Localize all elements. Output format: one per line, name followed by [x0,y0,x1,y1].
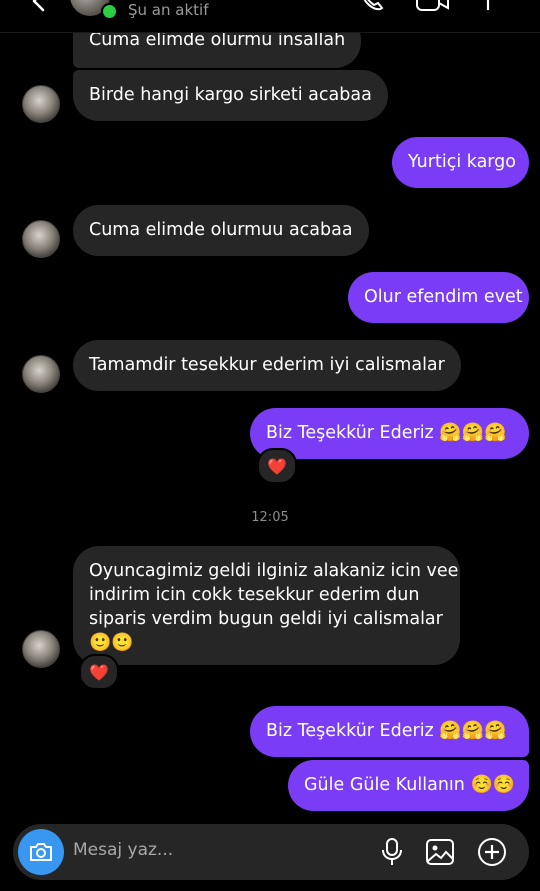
online-indicator [101,3,118,20]
message-text: Cuma elimde olurmuu acabaa [89,220,353,240]
message-bubble-incoming[interactable]: Cuma elimde olurmuu acabaa [73,205,369,256]
message-text: Güle Güle Kullanın [304,775,465,795]
message-bubble-outgoing[interactable]: Biz Teşekkür Ederiz 🤗🤗🤗 [250,706,529,757]
message-text-line: Oyuncagimiz geldi ilginiz alakaniz icin … [89,561,459,581]
message-bubble-incoming[interactable]: Oyuncagimiz geldi ilginiz alakaniz icin … [73,546,460,665]
message-text: Biz Teşekkür Ederiz [266,423,434,443]
video-icon[interactable] [415,0,451,14]
smile-emoji: 🙂🙂 [89,632,134,653]
heart-reaction-icon[interactable]: ❤️ [257,448,297,484]
info-icon[interactable] [478,0,498,14]
message-text: Yurtiçi kargo [408,152,516,172]
message-bubble-incoming[interactable]: Birde hangi kargo sirketi acabaa [73,70,388,121]
microphone-icon[interactable] [379,837,405,867]
message-text: Biz Teşekkür Ederiz [266,721,434,741]
hug-emoji: 🤗🤗🤗 [439,422,507,443]
message-bubble-incoming[interactable]: Tamamdir tesekkur ederim iyi calismalar [73,340,461,391]
message-composer: Mesaj yaz... [13,824,529,880]
chat-header: Şu an aktif [0,0,540,33]
heart-reaction-icon[interactable]: ❤️ [79,654,119,690]
message-text: Birde hangi kargo sirketi acabaa [89,85,372,105]
message-text: Tamamdir tesekkur ederim iyi calismalar [89,355,445,375]
camera-icon [30,843,52,861]
smiling-emoji: ☺️☺️ [470,774,516,795]
message-bubble-outgoing[interactable]: Yurtiçi kargo [392,137,529,188]
message-input[interactable]: Mesaj yaz... [73,840,173,860]
camera-button[interactable] [18,829,64,875]
gallery-icon[interactable] [425,837,455,867]
message-timestamp: 12:05 [251,510,289,525]
sender-avatar[interactable] [22,220,60,258]
message-text-line: siparis verdim bugun geldi iyi calismala… [89,609,443,629]
sender-avatar[interactable] [22,85,60,123]
sender-avatar[interactable] [22,630,60,668]
sender-avatar[interactable] [22,355,60,393]
back-icon[interactable] [28,0,50,12]
add-icon[interactable] [477,837,507,867]
message-bubble-outgoing[interactable]: Güle Güle Kullanın ☺️☺️ [288,760,529,811]
message-text: Olur efendim evet [364,287,523,307]
message-bubble-outgoing[interactable]: Olur efendim evet [348,272,529,323]
hug-emoji: 🤗🤗🤗 [439,720,507,741]
phone-icon[interactable] [358,0,386,14]
message-text-line: indirim icin cokk tesekkur ederim dun [89,585,420,605]
message-text: Cuma elimde olurmu insallah [89,30,346,50]
active-status: Şu an aktif [128,1,209,19]
